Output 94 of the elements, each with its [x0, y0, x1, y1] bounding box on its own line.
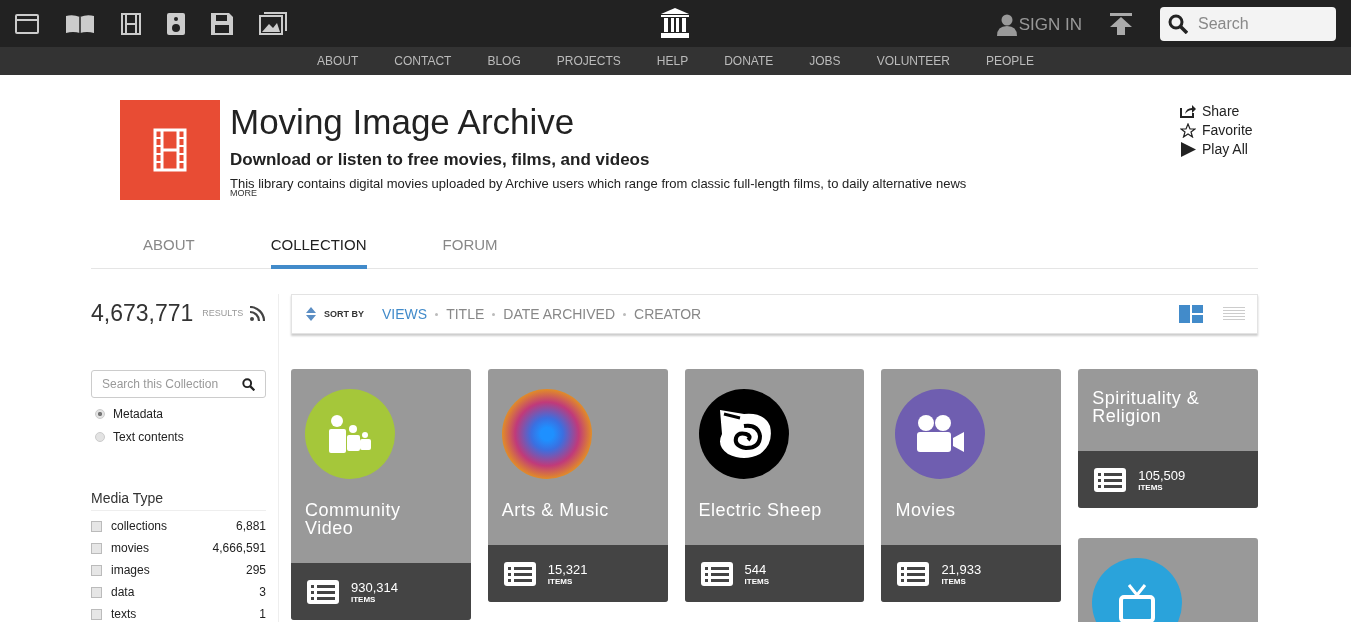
sort-option[interactable]: DATE ARCHIVED [503, 306, 616, 322]
rss-icon[interactable] [250, 305, 266, 321]
list-icon [700, 561, 733, 586]
nav-link[interactable]: PEOPLE [968, 54, 1052, 68]
nav-link[interactable]: ABOUT [298, 54, 377, 68]
star-icon [1180, 122, 1196, 138]
share-icon [1180, 104, 1196, 118]
collection-title: Moving Image Archive [230, 102, 576, 142]
collection-card[interactable]: Community Video 930,314 ITEMS [291, 369, 471, 620]
sort-option[interactable]: TITLE [446, 306, 485, 322]
image-icon[interactable] [259, 11, 287, 36]
nav-link[interactable]: DONATE [706, 54, 792, 68]
facet-count: 3 [259, 585, 266, 599]
book-icon[interactable] [65, 13, 95, 34]
facet-count: 4,666,591 [212, 541, 266, 555]
card-title: Spirituality & Religion [1092, 389, 1201, 425]
speaker-icon[interactable] [167, 12, 185, 35]
card-title: Community Video [305, 501, 402, 537]
nav-link[interactable]: BLOG [469, 54, 539, 68]
checkbox[interactable] [91, 586, 102, 598]
facet-name: texts [111, 607, 137, 621]
card-title: Arts & Music [501, 501, 610, 519]
nav-link[interactable]: JOBS [791, 54, 859, 68]
facet-name: images [111, 563, 150, 577]
tile-view-icon[interactable] [1179, 305, 1203, 323]
collection-card[interactable]: Electric Sheep 544 ITEMS [684, 369, 865, 602]
more-link[interactable]: MORE [230, 188, 257, 198]
nav-link[interactable]: VOLUNTEER [858, 54, 968, 68]
sort-icon [306, 307, 316, 321]
collection-card[interactable]: Movies 21,933 ITEMS [881, 369, 1062, 602]
items-label: ITEMS [941, 576, 967, 586]
upload-icon[interactable] [1110, 12, 1132, 35]
facet-name: collections [111, 519, 168, 533]
movie-camera-icon [915, 414, 966, 454]
tab[interactable]: ABOUT [143, 234, 195, 269]
nav-link[interactable]: HELP [638, 54, 707, 68]
card-title: Electric Sheep [698, 501, 823, 519]
sort-option[interactable]: CREATOR [634, 306, 702, 322]
collection-subtitle: Download or listen to free movies, films, and videos [230, 150, 651, 170]
item-count: 15,321 [547, 561, 588, 577]
checkbox[interactable] [91, 542, 102, 554]
facet-name: movies [111, 541, 149, 555]
facet-count: 1 [259, 607, 266, 621]
checkbox[interactable] [91, 564, 102, 576]
collection-card[interactable]: Spirituality & Religion 105,509 ITEMS [1078, 369, 1258, 508]
item-count: 930,314 [351, 579, 398, 595]
radio-button[interactable] [95, 432, 105, 442]
checkbox[interactable] [91, 520, 102, 532]
search-icon [1168, 13, 1188, 34]
temple-logo-icon[interactable] [661, 8, 689, 38]
search-field[interactable]: Search [1160, 6, 1336, 41]
film-strip-icon[interactable] [121, 12, 141, 35]
film-strip-icon [153, 128, 187, 172]
search-icon [242, 378, 255, 391]
action-link[interactable]: Share [1180, 103, 1253, 119]
items-label: ITEMS [1138, 482, 1164, 492]
television-icon [1117, 583, 1158, 622]
radio-label: Text contents [113, 430, 184, 444]
radio-button[interactable] [95, 409, 105, 419]
nav-link[interactable]: CONTACT [376, 54, 470, 68]
items-label: ITEMS [547, 576, 574, 586]
nav-link[interactable]: PROJECTS [538, 54, 639, 68]
item-count: 21,933 [941, 561, 982, 577]
list-icon [1094, 467, 1127, 492]
browser-window-icon[interactable] [15, 13, 39, 34]
facet-name: data [111, 585, 135, 599]
tab[interactable]: COLLECTION [270, 234, 367, 269]
tab[interactable]: FORUM [442, 234, 498, 269]
radio-label: Metadata [113, 407, 164, 421]
list-icon [503, 561, 536, 586]
card-title: Movies [895, 501, 957, 519]
people-icon [327, 414, 373, 454]
results-label: RESULTS [202, 308, 244, 318]
checkbox[interactable] [91, 608, 102, 620]
facet-heading: Media Type [91, 490, 266, 511]
list-icon [307, 579, 339, 604]
action-link[interactable]: Play All [1180, 141, 1253, 157]
sort-label: SORT BY [324, 309, 364, 319]
items-label: ITEMS [351, 594, 377, 604]
facet-count: 6,881 [235, 519, 266, 533]
collection-description: This library contains digital movies uploaded by Archive users which range from classic full-length films, to daily alternative news [230, 176, 968, 191]
play-icon [1180, 141, 1196, 157]
results-count: 4,673,771 [91, 299, 194, 327]
collection-card[interactable]: Arts & Music 15,321 ITEMS [487, 369, 668, 602]
facet-count: 295 [245, 563, 266, 577]
item-count: 544 [744, 561, 768, 577]
person-icon [996, 13, 1017, 36]
action-link[interactable]: Favorite [1180, 122, 1253, 138]
items-label: ITEMS [744, 576, 770, 586]
sign-in-link[interactable]: SIGN IN [996, 13, 1082, 36]
sort-option[interactable]: VIEWS [382, 306, 428, 322]
item-count: 105,509 [1138, 467, 1186, 483]
list-icon [897, 561, 930, 586]
collection-search-field[interactable]: Search this Collection [91, 370, 266, 398]
